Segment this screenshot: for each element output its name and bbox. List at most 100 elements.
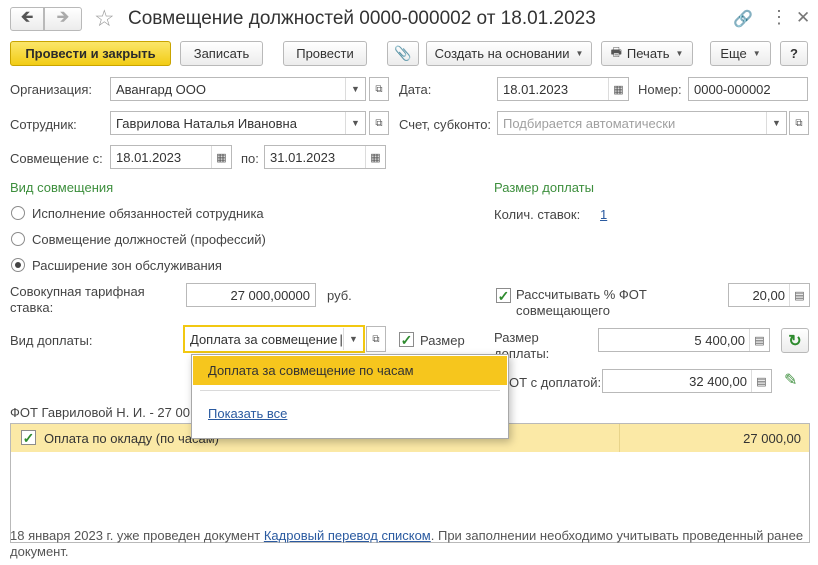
radio-positions-label[interactable]: Совмещение должностей (профессий) <box>32 232 266 247</box>
radio-service-zones-label[interactable]: Расширение зон обслуживания <box>32 258 222 273</box>
fot-with-surcharge-field[interactable]: 32 400,00 ▤ <box>602 369 772 393</box>
show-all-link[interactable]: Показать все <box>208 406 287 421</box>
help-label: ? <box>790 46 798 61</box>
footer-doc-link[interactable]: Кадровый перевод списком <box>264 528 431 543</box>
calc-percent-checkbox[interactable]: ✓ <box>496 288 511 303</box>
tariff-unit: руб. <box>327 288 352 303</box>
surcharge-kind-value: Доплата за совмещение <box>190 331 338 347</box>
footer-text-before: 18 января 2023 г. уже проведен документ <box>10 528 264 543</box>
radio-service-zones[interactable] <box>11 258 25 272</box>
arrow-right-icon: 🡺 <box>56 8 70 26</box>
row-checkbox[interactable]: ✓ <box>21 430 36 445</box>
organization-label: Организация: <box>10 82 93 97</box>
title-bar: 🡸 🡺 ☆ Совмещение должностей 0000-000002 … <box>0 0 818 38</box>
number-label: Номер: <box>638 82 682 97</box>
open-organization-button[interactable]: ⧉ <box>369 77 389 101</box>
calendar-icon[interactable]: ▦ <box>211 146 231 168</box>
post-and-close-button[interactable]: Провести и закрыть <box>10 41 171 66</box>
combination-from-field[interactable]: 18.01.2023 ▦ <box>110 145 232 169</box>
surcharge-kind-dropdown: Доплата за совмещение по часам Показать … <box>191 354 509 439</box>
help-button[interactable]: ? <box>780 41 808 66</box>
size-checkbox-label[interactable]: Размер <box>420 333 465 348</box>
calendar-icon[interactable]: ▦ <box>608 78 628 100</box>
radio-duties-label[interactable]: Исполнение обязанностей сотрудника <box>32 206 264 221</box>
combination-type-header: Вид совмещения <box>10 180 114 195</box>
open-account-button[interactable]: ⧉ <box>789 111 809 135</box>
refresh-icon: ↻ <box>788 332 802 350</box>
organization-field[interactable]: Авангард ООО ▼ <box>110 77 366 101</box>
post-button[interactable]: Провести <box>283 41 367 66</box>
calc-percent-label-line1[interactable]: Рассчитывать % ФОТ <box>516 287 647 302</box>
combination-to-value: 31.01.2023 <box>270 149 336 165</box>
dropdown-arrow-icon[interactable]: ▼ <box>343 328 363 350</box>
save-button[interactable]: Записать <box>180 41 263 66</box>
back-button[interactable]: 🡸 <box>10 7 44 31</box>
dropdown-arrow-icon[interactable]: ▼ <box>345 78 365 100</box>
dropdown-arrow-icon[interactable]: ▼ <box>766 112 786 134</box>
page-title: Совмещение должностей 0000-000002 от 18.… <box>128 8 596 29</box>
fot-section-title: ФОТ Гавриловой Н. И. - 27 00 <box>10 405 190 420</box>
percent-value: 20,00 <box>752 287 785 303</box>
calculator-icon[interactable]: ▤ <box>789 284 809 306</box>
tariff-label-line1: Совокупная тарифная <box>10 284 145 299</box>
calendar-icon[interactable]: ▦ <box>365 146 385 168</box>
rates-label: Колич. ставок: <box>494 207 581 222</box>
dropdown-item[interactable]: Доплата за совмещение по часам <box>193 356 507 385</box>
row-amount: 27 000,00 <box>743 431 801 446</box>
fot-with-surcharge-value: 32 400,00 <box>689 373 747 389</box>
more-vertical-icon[interactable]: ⋮ <box>770 7 788 28</box>
date-label: Дата: <box>399 82 432 97</box>
tariff-label-line2: ставка: <box>10 300 54 315</box>
calculator-icon[interactable]: ▤ <box>751 370 771 392</box>
percent-field[interactable]: 20,00 ▤ <box>728 283 810 307</box>
fot-with-surcharge-label: ОТ с доплатой: <box>509 375 602 390</box>
print-label: Печать <box>626 46 670 61</box>
link-icon[interactable]: 🔗 <box>733 9 753 29</box>
number-field[interactable]: 0000-000002 <box>688 77 808 101</box>
dropdown-arrow-icon[interactable]: ▼ <box>345 112 365 134</box>
surcharge-kind-label: Вид доплаты: <box>10 333 93 348</box>
refresh-button[interactable]: ↻ <box>781 328 809 353</box>
rates-link[interactable]: 1 <box>600 207 607 222</box>
chevron-down-icon: ▼ <box>752 49 761 58</box>
open-surcharge-kind-button[interactable]: ⧉ <box>366 326 386 352</box>
forward-button[interactable]: 🡺 <box>44 7 82 31</box>
create-based-on-button[interactable]: Создать на основании ▼ <box>426 41 592 66</box>
account-field[interactable]: Подбирается автоматически ▼ <box>497 111 787 135</box>
surcharge-kind-field[interactable]: Доплата за совмещение | ▼ <box>183 325 365 353</box>
amount-label-line1: Размер <box>494 330 539 345</box>
footer-message: 18 января 2023 г. уже проведен документ … <box>10 528 810 560</box>
open-icon: ⧉ <box>375 117 383 129</box>
more-button[interactable]: Еще ▼ <box>710 41 771 66</box>
post-label: Провести <box>296 46 354 61</box>
open-icon: ⧉ <box>375 83 383 95</box>
more-label: Еще <box>720 46 747 61</box>
save-label: Записать <box>193 46 250 61</box>
print-button[interactable]: 🖶 Печать ▼ <box>601 41 693 66</box>
edit-pencil-icon[interactable]: ✎ <box>784 370 797 390</box>
date-field[interactable]: 18.01.2023 ▦ <box>497 77 629 101</box>
open-icon: ⧉ <box>372 333 380 345</box>
amount-field[interactable]: 5 400,00 ▤ <box>598 328 770 352</box>
combination-to-field[interactable]: 31.01.2023 ▦ <box>264 145 386 169</box>
radio-duties[interactable] <box>11 206 25 220</box>
open-employee-button[interactable]: ⧉ <box>369 111 389 135</box>
post-and-close-label: Провести и закрыть <box>25 46 156 61</box>
amount-value: 5 400,00 <box>694 332 745 348</box>
attach-button[interactable]: 📎 <box>387 41 419 66</box>
combination-from-value: 18.01.2023 <box>116 149 182 165</box>
close-icon[interactable]: ✕ <box>796 8 810 28</box>
calc-percent-label-line2[interactable]: совмещающего <box>516 303 610 318</box>
calculator-icon[interactable]: ▤ <box>749 329 769 351</box>
tariff-field[interactable]: 27 000,00000 <box>186 283 316 307</box>
dropdown-item-label: Доплата за совмещение по часам <box>208 363 414 378</box>
printer-icon: 🖶 <box>610 45 622 59</box>
favorite-star-icon[interactable]: ☆ <box>94 5 115 32</box>
combination-to-label: по: <box>241 151 259 166</box>
radio-positions[interactable] <box>11 232 25 246</box>
chevron-down-icon: ▼ <box>675 49 684 58</box>
employee-field[interactable]: Гаврилова Наталья Ивановна ▼ <box>110 111 366 135</box>
fot-table: ✓ Оплата по окладу (по часам) 27 000,00 <box>10 423 810 543</box>
number-value: 0000-000002 <box>694 81 771 97</box>
size-checkbox[interactable]: ✓ <box>399 332 414 347</box>
